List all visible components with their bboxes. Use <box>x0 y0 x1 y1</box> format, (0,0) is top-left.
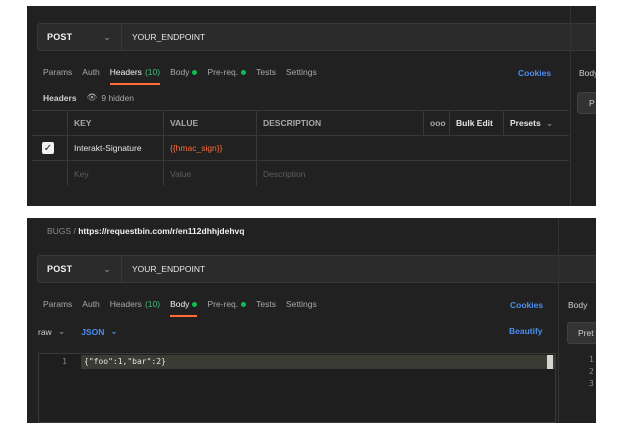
response-pretty-button[interactable]: Pret <box>567 322 596 344</box>
hidden-headers-toggle[interactable]: 👁 9 hidden <box>87 92 134 103</box>
column-key: KEY <box>68 111 164 135</box>
headers-count: (10) <box>144 299 161 309</box>
tab-headers[interactable]: Headers (10) <box>110 296 160 312</box>
presets-dropdown[interactable]: Presets ⌄ <box>504 111 569 135</box>
chevron-down-icon: ⌄ <box>545 117 554 128</box>
chevron-down-icon: ⌄ <box>57 326 66 336</box>
headers-count: (10) <box>144 67 161 77</box>
response-pretty-button[interactable]: P <box>577 92 596 114</box>
headers-subbar: Headers 👁 9 hidden <box>43 92 134 103</box>
line-number: 1 <box>62 357 67 366</box>
editor-scrollbar[interactable] <box>547 355 553 369</box>
tab-prereq-label: Pre-req. <box>207 299 239 309</box>
tab-settings[interactable]: Settings <box>286 296 317 312</box>
tab-params[interactable]: Params <box>43 296 72 312</box>
body-mode-select[interactable]: raw ⌄ <box>38 326 65 337</box>
tab-body[interactable]: Body <box>170 64 198 80</box>
breadcrumb-separator: / <box>73 226 76 236</box>
body-mode-label: raw <box>38 326 52 337</box>
checkbox-column-header <box>32 111 68 135</box>
pane-divider <box>570 6 571 206</box>
headers-label: Headers <box>43 92 77 103</box>
url-input[interactable]: YOUR_ENDPOINT <box>122 264 205 274</box>
row-description[interactable] <box>257 136 569 160</box>
method-select[interactable]: POST ⌄ <box>38 24 122 50</box>
request-bar: POST ⌄ YOUR_ENDPOINT <box>37 255 596 283</box>
response-tab-body[interactable]: Body <box>579 68 596 78</box>
table-header: KEY VALUE DESCRIPTION ooo Bulk Edit Pres… <box>32 111 569 136</box>
chevron-down-icon: ⌄ <box>103 31 111 42</box>
tab-auth[interactable]: Auth <box>82 64 100 80</box>
status-dot-icon <box>192 69 198 75</box>
tab-prereq-label: Pre-req. <box>207 67 239 77</box>
presets-label: Presets <box>510 118 541 128</box>
response-line-numbers: 1 2 3 <box>589 354 594 390</box>
headers-panel: POST ⌄ YOUR_ENDPOINT Params Auth Headers… <box>27 6 596 206</box>
request-bar: POST ⌄ YOUR_ENDPOINT <box>37 23 596 51</box>
row-checkbox-cell: ✓ <box>32 136 68 160</box>
breadcrumb-parent[interactable]: BUGS <box>47 226 71 236</box>
row-key[interactable]: Interakt-Signature <box>68 136 164 160</box>
tab-headers-label: Headers <box>109 299 142 309</box>
tab-prereq[interactable]: Pre-req. <box>207 296 247 312</box>
more-options-icon[interactable]: ooo <box>424 111 450 135</box>
status-dot-icon <box>192 301 198 307</box>
tab-tests[interactable]: Tests <box>256 64 276 80</box>
cookies-link[interactable]: Cookies <box>518 68 551 78</box>
breadcrumb: BUGS / https://requestbin.com/r/en112dhh… <box>47 226 244 236</box>
method-label: POST <box>47 32 73 42</box>
method-select[interactable]: POST ⌄ <box>38 256 122 282</box>
tab-body-label: Body <box>170 67 190 77</box>
body-format-label: JSON <box>81 326 105 337</box>
eye-icon: 👁 <box>86 92 98 102</box>
key-placeholder[interactable]: Key <box>68 161 164 186</box>
body-format-select[interactable]: JSON ⌄ <box>81 326 117 337</box>
bulk-edit-button[interactable]: Bulk Edit <box>450 111 504 135</box>
table-row: ✓ Interakt-Signature {{hmac_sign}} <box>32 136 569 161</box>
chevron-down-icon: ⌄ <box>103 263 111 274</box>
tab-prereq[interactable]: Pre-req. <box>207 64 247 80</box>
response-line-number: 1 <box>589 355 594 364</box>
url-input[interactable]: YOUR_ENDPOINT <box>122 32 205 42</box>
tab-params[interactable]: Params <box>43 64 72 80</box>
tab-body-label: Body <box>170 299 190 309</box>
empty-checkbox-cell <box>32 161 68 186</box>
row-checkbox[interactable]: ✓ <box>42 142 54 154</box>
row-value[interactable]: {{hmac_sign}} <box>164 136 257 160</box>
status-dot-icon <box>241 69 247 75</box>
code-line[interactable]: {"foo":1,"bar":2} <box>84 357 166 366</box>
response-line-number: 3 <box>589 379 594 388</box>
hidden-count: 9 hidden <box>101 92 134 103</box>
tab-headers-label: Headers <box>109 67 142 77</box>
chevron-down-icon: ⌄ <box>110 326 118 336</box>
description-placeholder[interactable]: Description <box>257 161 569 186</box>
table-row-placeholder: Key Value Description <box>32 161 569 186</box>
body-options: raw ⌄ JSON ⌄ <box>38 326 118 337</box>
tab-settings[interactable]: Settings <box>286 64 317 80</box>
response-line-number: 2 <box>589 367 594 376</box>
code-editor[interactable]: 1 {"foo":1,"bar":2} <box>38 353 556 423</box>
body-panel: BUGS / https://requestbin.com/r/en112dhh… <box>27 218 596 423</box>
column-value: VALUE <box>164 111 257 135</box>
beautify-button[interactable]: Beautify <box>509 326 543 336</box>
method-label: POST <box>47 264 73 274</box>
tab-auth[interactable]: Auth <box>82 296 100 312</box>
request-tabs: Params Auth Headers (10) Body Pre-req. T… <box>43 296 317 317</box>
tab-tests[interactable]: Tests <box>256 296 276 312</box>
cookies-link[interactable]: Cookies <box>510 300 543 310</box>
tab-body[interactable]: Body <box>170 296 198 317</box>
tab-headers[interactable]: Headers (10) <box>109 64 161 85</box>
request-tabs: Params Auth Headers (10) Body Pre-req. T… <box>43 64 317 85</box>
status-dot-icon <box>241 301 247 307</box>
headers-table: KEY VALUE DESCRIPTION ooo Bulk Edit Pres… <box>32 110 569 186</box>
response-tab-body[interactable]: Body <box>568 300 587 310</box>
pane-divider <box>558 218 559 423</box>
value-placeholder[interactable]: Value <box>164 161 257 186</box>
column-description: DESCRIPTION <box>257 111 424 135</box>
breadcrumb-current[interactable]: https://requestbin.com/r/en112dhhjdehvq <box>78 226 244 236</box>
